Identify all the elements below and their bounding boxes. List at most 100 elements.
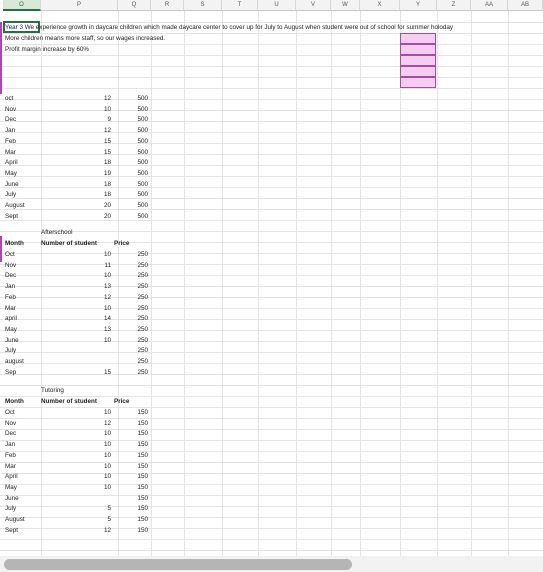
cell-month[interactable]: Jan (5, 439, 40, 450)
cell-students[interactable]: 10 (41, 439, 111, 450)
cell-students[interactable]: 10 (41, 461, 111, 472)
column-header-p[interactable]: P (41, 0, 118, 11)
cell-price[interactable]: 250 (118, 345, 148, 356)
column-header-aa[interactable]: AA (471, 0, 508, 11)
highlighted-cell[interactable] (400, 33, 436, 44)
cell-students[interactable]: 12 (41, 292, 111, 303)
cell-students[interactable]: 18 (41, 179, 111, 190)
cell-students[interactable]: 10 (41, 428, 111, 439)
cell-month[interactable]: April (5, 471, 40, 482)
cell-month[interactable]: August (5, 200, 40, 211)
cell-price[interactable]: 500 (118, 104, 148, 115)
cell-price[interactable]: 500 (118, 93, 148, 104)
cell-price[interactable]: 150 (118, 439, 148, 450)
header-month[interactable]: Month (5, 396, 40, 407)
cell-month[interactable]: Dec (5, 114, 40, 125)
cell-students[interactable]: 13 (41, 324, 111, 335)
cell-students[interactable]: 14 (41, 313, 111, 324)
cell-month[interactable]: May (5, 482, 40, 493)
column-header-q[interactable]: Q (118, 0, 151, 11)
cell-month[interactable]: June (5, 493, 40, 504)
cell-month[interactable]: July (5, 345, 40, 356)
cell-price[interactable]: 250 (118, 335, 148, 346)
cell-students[interactable]: 10 (41, 407, 111, 418)
cell-month[interactable]: Mar (5, 461, 40, 472)
cell-students[interactable]: 12 (41, 93, 111, 104)
column-header-w[interactable]: W (331, 0, 360, 11)
cell-price[interactable]: 150 (118, 471, 148, 482)
cell-price[interactable]: 250 (118, 292, 148, 303)
highlighted-cell[interactable] (400, 66, 436, 77)
cell-students[interactable]: 20 (41, 211, 111, 222)
cell-month[interactable]: Sep (5, 367, 40, 378)
cell-students[interactable]: 9 (41, 114, 111, 125)
cell-students[interactable]: 11 (41, 260, 111, 271)
cell-month[interactable]: Dec (5, 270, 40, 281)
cell-students[interactable] (41, 345, 111, 356)
cell-price[interactable]: 500 (118, 189, 148, 200)
cell-price[interactable]: 150 (118, 428, 148, 439)
cell-month[interactable]: Dec (5, 428, 40, 439)
cell-price[interactable]: 250 (118, 313, 148, 324)
cell-students[interactable]: 10 (41, 335, 111, 346)
note-line-1[interactable]: Year 3 We experience growth in daycare c… (5, 22, 453, 33)
cell-price[interactable]: 250 (118, 281, 148, 292)
cell-price[interactable]: 500 (118, 179, 148, 190)
cell-month[interactable]: May (5, 168, 40, 179)
cell-month[interactable]: Oct (5, 407, 40, 418)
cell-month[interactable]: Oct (5, 249, 40, 260)
cell-month[interactable]: Jan (5, 281, 40, 292)
cell-price[interactable]: 250 (118, 356, 148, 367)
cell-price[interactable]: 250 (118, 249, 148, 260)
column-header-ab[interactable]: AB (508, 0, 543, 11)
cell-price[interactable]: 250 (118, 367, 148, 378)
cell-students[interactable]: 12 (41, 125, 111, 136)
spreadsheet-grid[interactable]: O P Q R S T U V W X Y Z AA AB Year 3 We experience gr… (0, 0, 543, 572)
cell-month[interactable]: June (5, 335, 40, 346)
column-header-y[interactable]: Y (400, 0, 437, 11)
cell-month[interactable]: Mar (5, 147, 40, 158)
cell-month[interactable]: Nov (5, 418, 40, 429)
cell-students[interactable]: 10 (41, 450, 111, 461)
cell-price[interactable]: 150 (118, 407, 148, 418)
cell-month[interactable]: Nov (5, 104, 40, 115)
cell-students[interactable]: 10 (41, 303, 111, 314)
cell-price[interactable]: 500 (118, 136, 148, 147)
cell-month[interactable]: July (5, 503, 40, 514)
cell-price[interactable]: 150 (118, 418, 148, 429)
column-header-t[interactable]: T (222, 0, 258, 11)
cell-month[interactable]: april (5, 313, 40, 324)
cell-month[interactable]: Feb (5, 450, 40, 461)
cell-price[interactable]: 500 (118, 211, 148, 222)
cell-month[interactable]: Nov (5, 260, 40, 271)
section-title[interactable]: Afterschool (41, 227, 111, 238)
cell-students[interactable] (41, 356, 111, 367)
cell-students[interactable] (41, 493, 111, 504)
cell-students[interactable]: 12 (41, 418, 111, 429)
section-title[interactable]: Tutoring (41, 385, 111, 396)
cell-month[interactable]: Sept (5, 211, 40, 222)
highlighted-cell[interactable] (400, 77, 436, 88)
column-header-s[interactable]: S (184, 0, 222, 11)
cell-price[interactable]: 250 (118, 303, 148, 314)
cell-price[interactable]: 150 (118, 525, 148, 536)
cell-price[interactable]: 500 (118, 147, 148, 158)
cell-month[interactable]: oct (5, 93, 40, 104)
cell-students[interactable]: 10 (41, 471, 111, 482)
cell-month[interactable]: Feb (5, 136, 40, 147)
column-header-o[interactable]: O (3, 0, 41, 11)
cell-students[interactable]: 19 (41, 168, 111, 179)
cell-students[interactable]: 5 (41, 514, 111, 525)
header-price[interactable]: Price (114, 238, 154, 249)
column-header-v[interactable]: V (296, 0, 331, 11)
cell-price[interactable]: 150 (118, 461, 148, 472)
cell-price[interactable]: 250 (118, 324, 148, 335)
cell-price[interactable]: 150 (118, 482, 148, 493)
cell-price[interactable]: 500 (118, 168, 148, 179)
note-line-3[interactable]: Profit margin increase by 60% (5, 44, 89, 55)
cell-students[interactable]: 15 (41, 367, 111, 378)
cell-month[interactable]: August (5, 514, 40, 525)
cell-month[interactable]: May (5, 324, 40, 335)
cell-price[interactable]: 250 (118, 270, 148, 281)
cell-price[interactable]: 500 (118, 114, 148, 125)
